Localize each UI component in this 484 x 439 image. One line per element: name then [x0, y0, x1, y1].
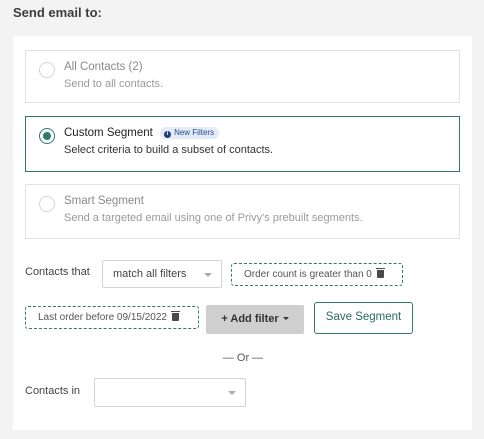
option-description: Send a targeted email using one of Privy… [64, 212, 363, 224]
option-description: Select criteria to build a subset of con… [64, 144, 274, 156]
new-filters-badge: i New Filters [160, 127, 220, 139]
save-segment-button[interactable]: Save Segment [314, 302, 413, 334]
contacts-in-label: Contacts in [25, 385, 81, 397]
option-all-contacts[interactable]: All Contacts (2) Send to all contacts. [25, 50, 460, 103]
option-description: Send to all contacts. [64, 78, 164, 90]
chevron-down-icon [228, 391, 236, 395]
filter-last-order[interactable]: Last order before 09/15/2022 [25, 306, 199, 329]
option-title: Smart Segment [64, 195, 144, 207]
info-icon: i [164, 131, 172, 138]
add-filter-button[interactable]: + Add filter [206, 305, 304, 334]
page-title: Send email to: [13, 5, 102, 20]
option-title-row: Custom Segment i New Filters [64, 127, 220, 139]
chevron-down-icon [204, 273, 212, 277]
option-title: All Contacts (2) [64, 61, 143, 73]
option-custom-segment[interactable]: Custom Segment i New Filters Select crite… [25, 116, 460, 172]
match-select[interactable]: match all filters [102, 260, 222, 288]
filter-order-count[interactable]: Order count is greater than 0 [231, 263, 403, 286]
segment-panel: All Contacts (2) Send to all contacts. C… [13, 36, 472, 430]
radio-custom-segment[interactable] [39, 128, 55, 144]
option-smart-segment[interactable]: Smart Segment Send a targeted email usin… [25, 184, 460, 239]
chevron-down-icon [282, 317, 289, 320]
contacts-that-label: Contacts that [25, 266, 90, 278]
option-title: Custom Segment [64, 127, 153, 139]
radio-smart-segment[interactable] [39, 196, 55, 212]
contacts-in-select[interactable] [94, 378, 246, 407]
badge-label: New Filters [174, 128, 215, 137]
add-filter-label: + Add filter [221, 313, 279, 325]
match-select-value: match all filters [113, 268, 187, 280]
filter-label: Order count is greater than 0 [244, 269, 372, 280]
trash-icon[interactable] [170, 311, 180, 321]
or-divider: — Or — [222, 352, 264, 364]
filter-label: Last order before 09/15/2022 [38, 312, 167, 323]
radio-all-contacts[interactable] [39, 62, 55, 78]
trash-icon[interactable] [375, 268, 385, 278]
